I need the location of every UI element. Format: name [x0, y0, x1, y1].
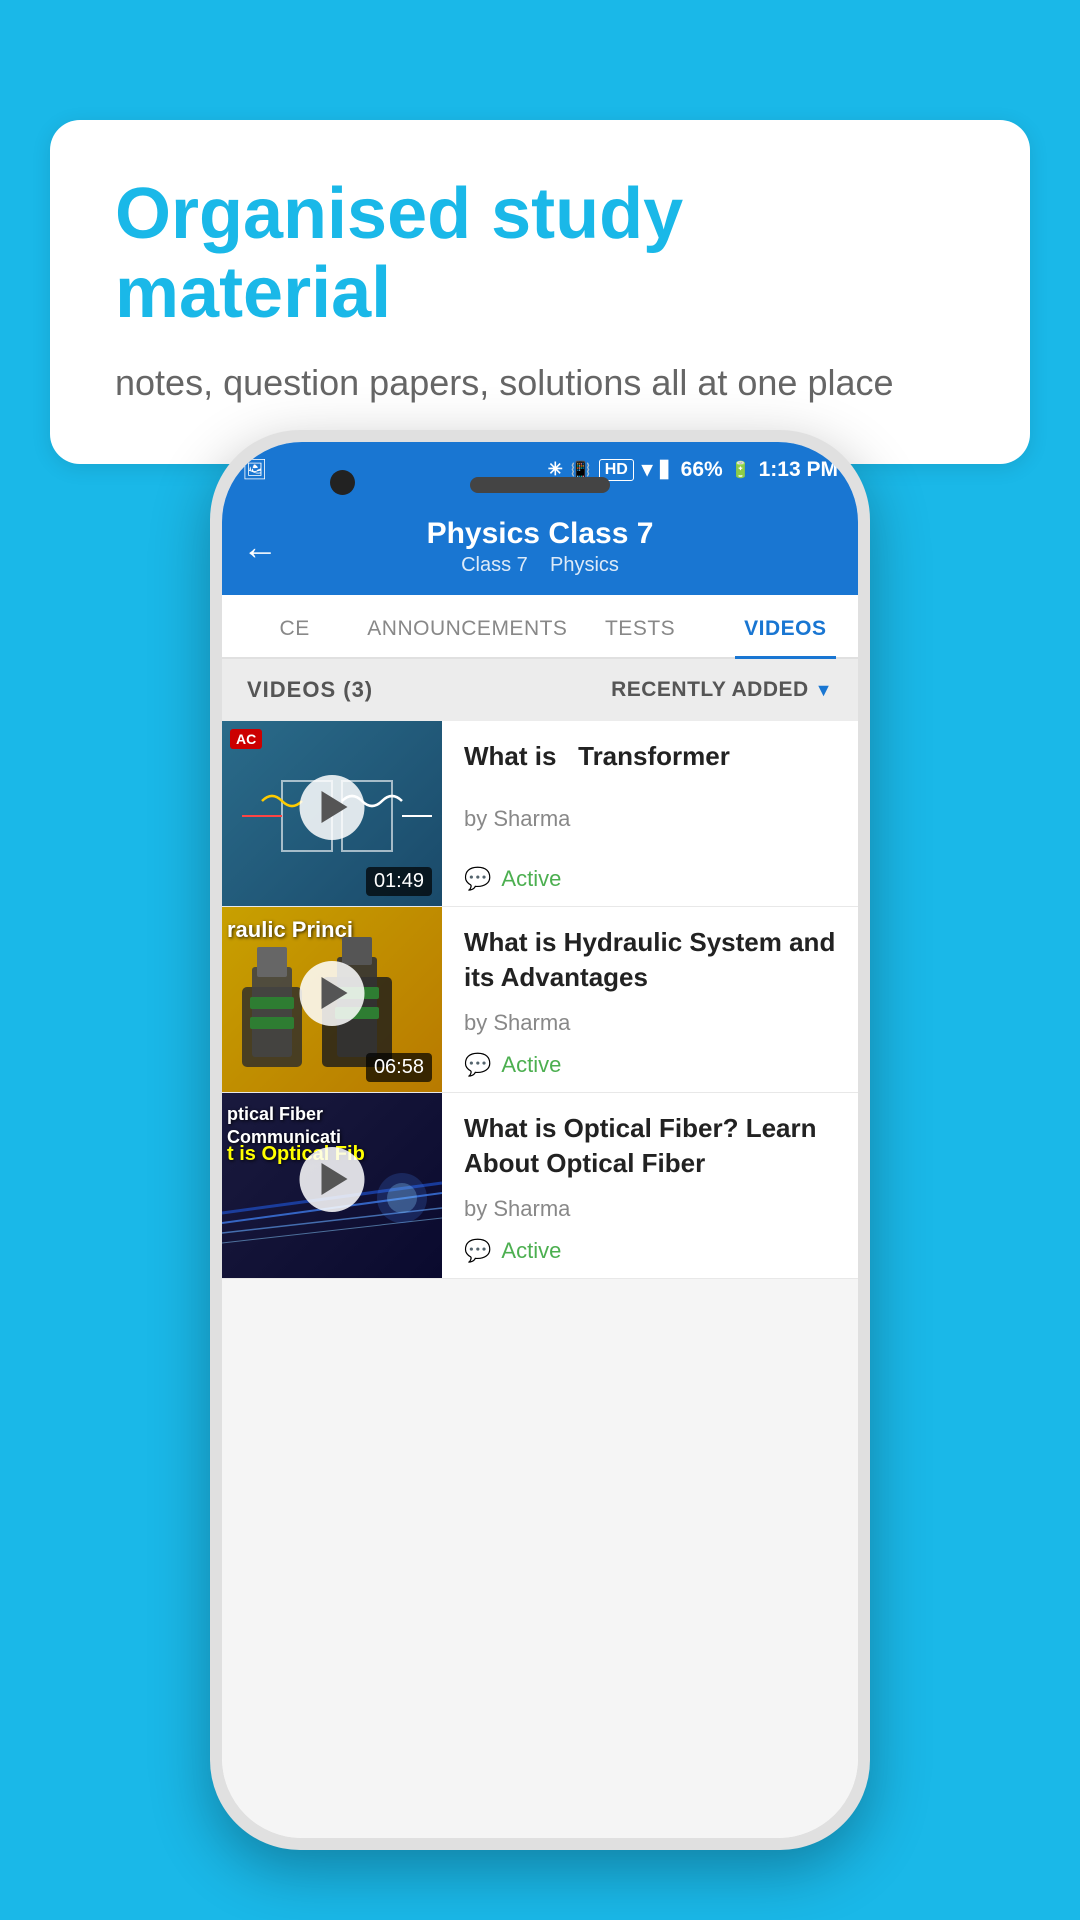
- clock: 1:13 PM: [759, 458, 838, 482]
- phone-inner: 🖼 ✳ 📳 HD ▾ ▋ 66% 🔋 1:13 PM ← Physics Cla…: [222, 442, 858, 1838]
- video-list: AC: [222, 721, 858, 1279]
- video-thumbnail-1: AC: [222, 721, 442, 906]
- signal-icon: ▋: [660, 460, 672, 480]
- app-bar-title: Physics Class 7: [298, 517, 782, 551]
- video-duration-1: 01:49: [366, 867, 432, 896]
- play-button-1[interactable]: [300, 775, 365, 840]
- video-duration-2: 06:58: [366, 1053, 432, 1082]
- play-triangle: [322, 791, 348, 823]
- videos-header: VIDEOS (3) RECENTLY ADDED ▼: [222, 659, 858, 721]
- play-triangle-3: [322, 1163, 348, 1195]
- video-status-1: 💬 Active: [464, 866, 840, 892]
- video-author-2: by Sharma: [464, 1010, 840, 1036]
- status-left: 🖼: [242, 457, 267, 482]
- tabs-bar: CE ANNOUNCEMENTS TESTS VIDEOS: [222, 595, 858, 659]
- video-info-1: What is Transformer by Sharma 💬 Active: [442, 721, 858, 906]
- active-label-2: Active: [501, 1052, 561, 1078]
- tab-ce[interactable]: CE: [222, 595, 367, 657]
- wifi-icon: ▾: [642, 457, 653, 482]
- speech-bubble: Organised study material notes, question…: [50, 120, 1030, 464]
- battery-percent: 66%: [681, 458, 723, 482]
- video-title-2: What is Hydraulic System and its Advanta…: [464, 925, 840, 995]
- video-item-3[interactable]: ptical Fiber Communicati t is Optical Fi…: [222, 1093, 858, 1279]
- video-title-1: What is Transformer: [464, 739, 840, 774]
- notification-icon: 🖼: [242, 457, 267, 482]
- video-info-3: What is Optical Fiber? Learn About Optic…: [442, 1093, 858, 1278]
- tab-announcements[interactable]: ANNOUNCEMENTS: [367, 595, 567, 657]
- video-status-3: 💬 Active: [464, 1238, 840, 1264]
- bubble-subtitle: notes, question papers, solutions all at…: [115, 358, 965, 408]
- tab-videos[interactable]: VIDEOS: [713, 595, 858, 657]
- phone-frame: 🖼 ✳ 📳 HD ▾ ▋ 66% 🔋 1:13 PM ← Physics Cla…: [210, 430, 870, 1850]
- back-button[interactable]: ←: [242, 526, 278, 568]
- play-triangle-2: [322, 977, 348, 1009]
- play-button-3[interactable]: [300, 1147, 365, 1212]
- active-label-1: Active: [501, 866, 561, 892]
- phone-screen: 🖼 ✳ 📳 HD ▾ ▋ 66% 🔋 1:13 PM ← Physics Cla…: [222, 442, 858, 1838]
- active-icon-3: 💬: [464, 1238, 491, 1264]
- video-title-3: What is Optical Fiber? Learn About Optic…: [464, 1111, 840, 1181]
- video-info-2: What is Hydraulic System and its Advanta…: [442, 907, 858, 1092]
- play-button-2[interactable]: [300, 961, 365, 1026]
- active-icon-1: 💬: [464, 866, 491, 892]
- video-author-3: by Sharma: [464, 1196, 840, 1222]
- video-status-2: 💬 Active: [464, 1052, 840, 1078]
- app-bar-title-group: Physics Class 7 Class 7 Physics: [298, 517, 782, 577]
- app-bar-subtitle: Class 7 Physics: [298, 554, 782, 577]
- speaker: [470, 477, 610, 493]
- active-label-3: Active: [501, 1238, 561, 1264]
- video-author-1: by Sharma: [464, 806, 840, 832]
- camera: [330, 470, 355, 495]
- active-icon-2: 💬: [464, 1052, 491, 1078]
- video-thumbnail-2: raulic Princi: [222, 907, 442, 1092]
- videos-count: VIDEOS (3): [247, 677, 373, 703]
- video-thumbnail-3: ptical Fiber Communicati t is Optical Fi…: [222, 1093, 442, 1278]
- video-item-2[interactable]: raulic Princi: [222, 907, 858, 1093]
- app-bar: ← Physics Class 7 Class 7 Physics: [222, 497, 858, 595]
- battery-icon: 🔋: [731, 460, 751, 480]
- video-item[interactable]: AC: [222, 721, 858, 907]
- bubble-title: Organised study material: [115, 175, 965, 333]
- tab-tests[interactable]: TESTS: [567, 595, 712, 657]
- sort-dropdown[interactable]: RECENTLY ADDED ▼: [611, 678, 833, 702]
